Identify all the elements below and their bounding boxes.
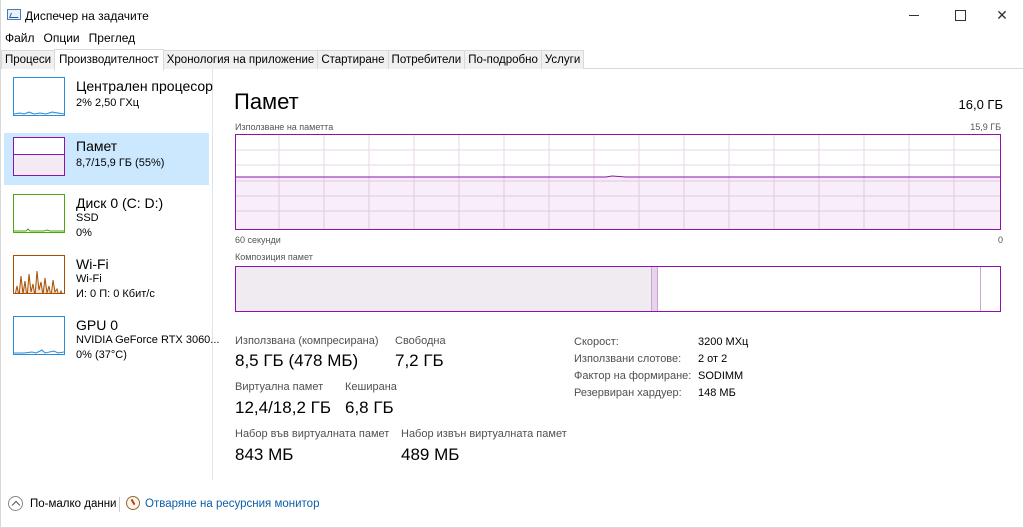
tab-processes[interactable]: Процеси: [1, 50, 56, 69]
sidebar-item-gpu[interactable]: GPU 0 NVIDIA GeForce RTX 3060... 0% (37°…: [4, 312, 219, 364]
cpu-thumbnail-graph: [13, 77, 65, 116]
sidebar-gpu-name: GPU 0: [76, 317, 119, 333]
menu-file[interactable]: Файл: [1, 30, 40, 48]
disk-thumbnail-graph: [13, 194, 65, 233]
composition-modified: [651, 267, 658, 311]
memory-panel: Памет 16,0 ГБ Използване на паметта 15,9…: [213, 69, 1023, 480]
maximize-icon: [954, 9, 966, 21]
composition-standby-divider: [980, 267, 981, 311]
sidebar-disk-usage: 0%: [76, 227, 92, 239]
sidebar-cpu-name: Централен процесор: [76, 78, 213, 94]
reserved-value: 148 МБ: [698, 387, 736, 399]
minimize-button[interactable]: [891, 0, 937, 30]
footer-bar: По-малко данни Отваряне на ресурсния мон…: [1, 480, 1023, 527]
resource-monitor-icon[interactable]: [126, 496, 140, 510]
committed-value: 12,4/18,2 ГБ: [235, 398, 331, 417]
cached-label: Кеширана: [345, 381, 397, 393]
usage-graph-max: 15,9 ГБ: [970, 122, 1001, 132]
tab-users[interactable]: Потребители: [387, 50, 466, 69]
memory-composition-bar: [235, 266, 1001, 312]
sidebar-item-cpu[interactable]: Централен процесор 2% 2,50 ГХц: [4, 73, 213, 125]
sidebar-wifi-name: Wi-Fi: [76, 256, 109, 272]
memory-usage-graph: [235, 134, 1001, 230]
in-use-label: Използвана (компресирана): [235, 335, 379, 347]
slots-label: Използвани слотове:: [574, 353, 682, 365]
tab-startup[interactable]: Стартиране: [317, 50, 389, 69]
page-title: Памет: [234, 89, 299, 114]
paged-pool-value: 843 МБ: [235, 445, 294, 464]
title-bar: Диспечер на задачите ✕: [1, 0, 1023, 30]
close-button[interactable]: ✕: [979, 0, 1023, 30]
minimize-icon: [909, 14, 919, 16]
reserved-label: Резервиран хардуер:: [574, 387, 682, 399]
form-factor-label: Фактор на формиране:: [574, 370, 692, 382]
slots-value: 2 от 2: [698, 353, 728, 365]
time-axis-end: 0: [997, 235, 1003, 245]
sidebar-wifi-throughput: И: 0 П: 0 Кбит/с: [76, 288, 155, 300]
usage-graph-label: Използване на паметта: [235, 122, 334, 132]
menu-bar: Файл Опции Преглед: [1, 30, 140, 48]
wifi-thumbnail-graph: [13, 255, 65, 294]
resource-sidebar: Централен процесор 2% 2,50 ГХц Памет 8,7…: [1, 69, 219, 480]
sidebar-memory-usage: 8,7/15,9 ГБ (55%): [76, 157, 165, 169]
sidebar-item-wifi[interactable]: Wi-Fi Wi-Fi И: 0 П: 0 Кбит/с: [4, 251, 209, 303]
nonpaged-pool-value: 489 МБ: [401, 445, 460, 464]
time-axis-start: 60 секунди: [235, 235, 281, 245]
tab-performance[interactable]: Производителност: [54, 49, 164, 71]
available-label: Свободна: [395, 335, 446, 347]
composition-in-use: [236, 267, 651, 311]
fewer-details-button[interactable]: По-малко данни: [30, 498, 117, 510]
sidebar-memory-name: Памет: [76, 138, 118, 154]
available-value: 7,2 ГБ: [395, 351, 444, 370]
tab-strip: Процеси Производителност Хронология на п…: [1, 48, 1023, 71]
close-icon: ✕: [996, 6, 1008, 23]
speed-label: Скорост:: [574, 336, 619, 348]
maximize-button[interactable]: [937, 0, 983, 30]
open-resource-monitor-link[interactable]: Отваряне на ресурсния монитор: [145, 498, 319, 510]
cached-value: 6,8 ГБ: [345, 398, 394, 417]
memory-thumbnail-graph: [13, 137, 65, 176]
tab-app-history[interactable]: Хронология на приложение: [162, 50, 319, 69]
sidebar-disk-type: SSD: [76, 212, 99, 224]
task-manager-window: Диспечер на задачите ✕ Файл Опции Прегле…: [0, 0, 1024, 528]
speed-value: 3200 МХц: [698, 336, 749, 348]
gpu-thumbnail-graph: [13, 316, 65, 355]
sidebar-wifi-adapter: Wi-Fi: [76, 273, 102, 285]
menu-options[interactable]: Опции: [40, 30, 85, 48]
form-factor-value: SODIMM: [698, 370, 744, 382]
menu-view[interactable]: Преглед: [85, 30, 141, 48]
window-title: Диспечер на задачите: [25, 9, 149, 23]
sidebar-gpu-usage: 0% (37°C): [76, 349, 127, 361]
committed-label: Виртуална памет: [235, 381, 324, 393]
composition-label: Композиция памет: [235, 252, 313, 262]
sidebar-item-memory[interactable]: Памет 8,7/15,9 ГБ (55%): [4, 133, 209, 185]
memory-total: 16,0 ГБ: [958, 97, 1003, 112]
sidebar-disk-name: Диск 0 (C: D:): [76, 195, 164, 211]
sidebar-gpu-model: NVIDIA GeForce RTX 3060...: [76, 334, 220, 346]
task-manager-icon: [7, 9, 21, 20]
paged-pool-label: Набор във виртуалната памет: [235, 428, 390, 440]
footer-divider: [119, 497, 120, 512]
chevron-up-icon[interactable]: [8, 496, 23, 511]
nonpaged-pool-label: Набор извън виртуалната памет: [401, 428, 567, 440]
tab-services[interactable]: Услуги: [540, 50, 585, 69]
sidebar-cpu-usage: 2% 2,50 ГХц: [76, 97, 140, 109]
in-use-value: 8,5 ГБ (478 МБ): [235, 351, 359, 370]
tab-details[interactable]: По-подробно: [464, 50, 542, 69]
sidebar-item-disk[interactable]: Диск 0 (C: D:) SSD 0%: [4, 190, 209, 242]
